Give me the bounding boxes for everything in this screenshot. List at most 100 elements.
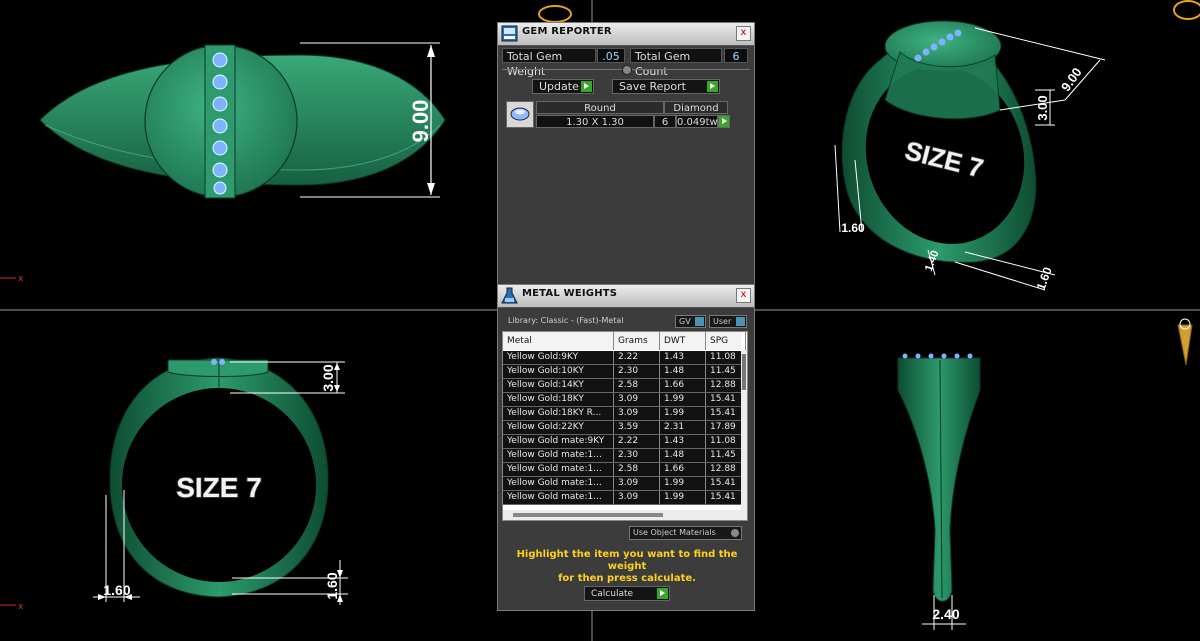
gem-shape-thumbnail[interactable]	[506, 101, 534, 128]
ring-bottom-view[interactable]	[897, 353, 981, 602]
table-row[interactable]: Yellow Gold:18KY R... 3.09 1.99 15.41	[503, 407, 746, 421]
metal-name-cell: Yellow Gold:14KY	[503, 379, 614, 392]
total-gem-count-value: 6	[724, 48, 748, 63]
toggle-indicator-icon	[731, 529, 739, 537]
dwt-cell: 1.99	[660, 407, 706, 420]
dwt-cell: 1.99	[660, 477, 706, 490]
gem-weight-cell[interactable]: 0.049tw	[676, 115, 718, 128]
ring-perspective-view[interactable]	[841, 20, 1047, 265]
dimension-label: 1.60	[324, 572, 340, 599]
metal-name-cell: Yellow Gold:18KY	[503, 393, 614, 406]
grams-cell: 3.09	[614, 407, 660, 420]
dimension-label: 1.60	[1034, 265, 1055, 292]
gem-row-action-button[interactable]	[718, 115, 730, 128]
ring-tool-icon[interactable]	[1173, 0, 1200, 20]
instruction-line-1: Highlight the item you want to find the …	[516, 549, 738, 572]
total-gem-count-label: Total Gem Count	[630, 48, 722, 78]
column-header-dwt[interactable]: DWT	[660, 332, 706, 350]
grams-cell: 3.59	[614, 421, 660, 434]
dimension-label: 3.00	[320, 364, 336, 391]
flask-icon	[501, 287, 518, 304]
spg-cell: 12.88	[706, 379, 746, 392]
table-row[interactable]: Yellow Gold:18KY 3.09 1.99 15.41	[503, 393, 746, 407]
play-icon	[657, 588, 668, 599]
metal-name-cell: Yellow Gold:10KY	[503, 365, 614, 378]
metal-weights-titlebar[interactable]: METAL WEIGHTS x	[498, 285, 754, 308]
metal-weights-panel: METAL WEIGHTS x Library: Classic - (Fast…	[497, 284, 755, 611]
dwt-cell: 1.43	[660, 351, 706, 364]
table-row[interactable]: Yellow Gold mate:1... 3.09 1.99 15.41	[503, 477, 746, 491]
dimension-label: 3.00	[1035, 95, 1050, 120]
instruction-line-2: for then press calculate.	[558, 573, 696, 584]
play-icon	[722, 118, 727, 124]
close-icon[interactable]: x	[736, 26, 751, 41]
table-row[interactable]: Yellow Gold mate:1... 3.09 1.99 15.41	[503, 491, 746, 505]
gem-table: Round Diamond 1.30 X 1.30 6 0.049tw	[506, 101, 730, 129]
scrollbar-thumb[interactable]	[513, 513, 663, 517]
table-row[interactable]: Yellow Gold mate:9KY 2.22 1.43 11.08	[503, 435, 746, 449]
save-report-button[interactable]: Save Report	[612, 79, 720, 94]
vertical-scrollbar[interactable]	[741, 350, 747, 520]
grams-cell: 2.58	[614, 463, 660, 476]
dwt-cell: 1.66	[660, 463, 706, 476]
dwt-cell: 1.66	[660, 379, 706, 392]
gv-toggle[interactable]: GV	[675, 315, 706, 328]
gem-reporter-titlebar[interactable]: GEM REPORTER x	[498, 23, 754, 46]
table-row[interactable]: Yellow Gold mate:1... 2.30 1.48 11.45	[503, 449, 746, 463]
metal-name-cell: Yellow Gold mate:9KY	[503, 435, 614, 448]
dimension-label: 9.00	[1058, 65, 1085, 94]
metal-table-header: Metal Grams DWT SPG	[503, 332, 746, 350]
calculate-button[interactable]: Calculate	[584, 586, 670, 601]
spg-cell: 11.45	[706, 365, 746, 378]
ring-tool-icon-top[interactable]	[538, 5, 572, 23]
table-row[interactable]: Yellow Gold:14KY 2.58 1.66 12.88	[503, 379, 746, 393]
ring-top-view[interactable]	[39, 44, 446, 199]
update-button[interactable]: Update	[532, 79, 594, 94]
grams-cell: 2.58	[614, 379, 660, 392]
spg-cell: 15.41	[706, 393, 746, 406]
table-row[interactable]: Yellow Gold mate:1... 2.58 1.66 12.88	[503, 463, 746, 477]
spg-cell: 17.89	[706, 421, 746, 434]
gem-report-icon	[501, 25, 518, 42]
total-gem-weight-label: Total Gem Weight	[502, 48, 596, 78]
grams-cell: 2.22	[614, 435, 660, 448]
update-button-label: Update	[539, 80, 579, 93]
spg-cell: 11.45	[706, 449, 746, 462]
table-row[interactable]: Yellow Gold:22KY 3.59 2.31 17.89	[503, 421, 746, 435]
save-report-button-label: Save Report	[619, 80, 686, 93]
toggle-indicator-icon	[695, 317, 704, 326]
use-object-materials-toggle[interactable]: Use Object Materials	[629, 526, 742, 540]
metal-weights-title: METAL WEIGHTS	[522, 288, 618, 299]
splitter-knob-icon[interactable]	[622, 65, 632, 75]
pin-tool-icon[interactable]	[1177, 318, 1193, 366]
user-toggle[interactable]: User	[709, 315, 747, 328]
spg-cell: 15.41	[706, 407, 746, 420]
instruction-text: Highlight the item you want to find the …	[512, 549, 742, 585]
metal-name-cell: Yellow Gold mate:1...	[503, 463, 614, 476]
library-label: Library: Classic - (Fast)-Metal	[508, 316, 624, 325]
spg-cell: 11.08	[706, 435, 746, 448]
gem-reporter-title: GEM REPORTER	[522, 26, 612, 37]
metal-name-cell: Yellow Gold mate:1...	[503, 449, 614, 462]
play-icon	[581, 81, 592, 92]
dimension-label: 9.00	[408, 100, 433, 143]
table-row[interactable]: Yellow Gold:9KY 2.22 1.43 11.08	[503, 351, 746, 365]
dwt-cell: 1.99	[660, 491, 706, 504]
close-icon[interactable]: x	[736, 288, 751, 303]
column-header-spg[interactable]: SPG	[706, 332, 746, 350]
grams-cell: 3.09	[614, 491, 660, 504]
horizontal-scrollbar[interactable]	[503, 510, 741, 520]
dwt-cell: 2.31	[660, 421, 706, 434]
gem-size-cell[interactable]: 1.30 X 1.30	[536, 115, 654, 128]
table-row[interactable]: Yellow Gold:10KY 2.30 1.48 11.45	[503, 365, 746, 379]
dimension-label: 1.60	[841, 221, 865, 235]
play-icon	[707, 81, 718, 92]
axis-indicator-top-left: x	[0, 274, 24, 284]
gem-count-cell[interactable]: 6	[654, 115, 676, 128]
grams-cell: 3.09	[614, 477, 660, 490]
column-header-grams[interactable]: Grams	[614, 332, 660, 350]
column-header-metal[interactable]: Metal	[503, 332, 614, 350]
gem-material-header: Diamond	[664, 101, 728, 114]
dwt-cell: 1.99	[660, 393, 706, 406]
scrollbar-thumb[interactable]	[742, 354, 746, 390]
